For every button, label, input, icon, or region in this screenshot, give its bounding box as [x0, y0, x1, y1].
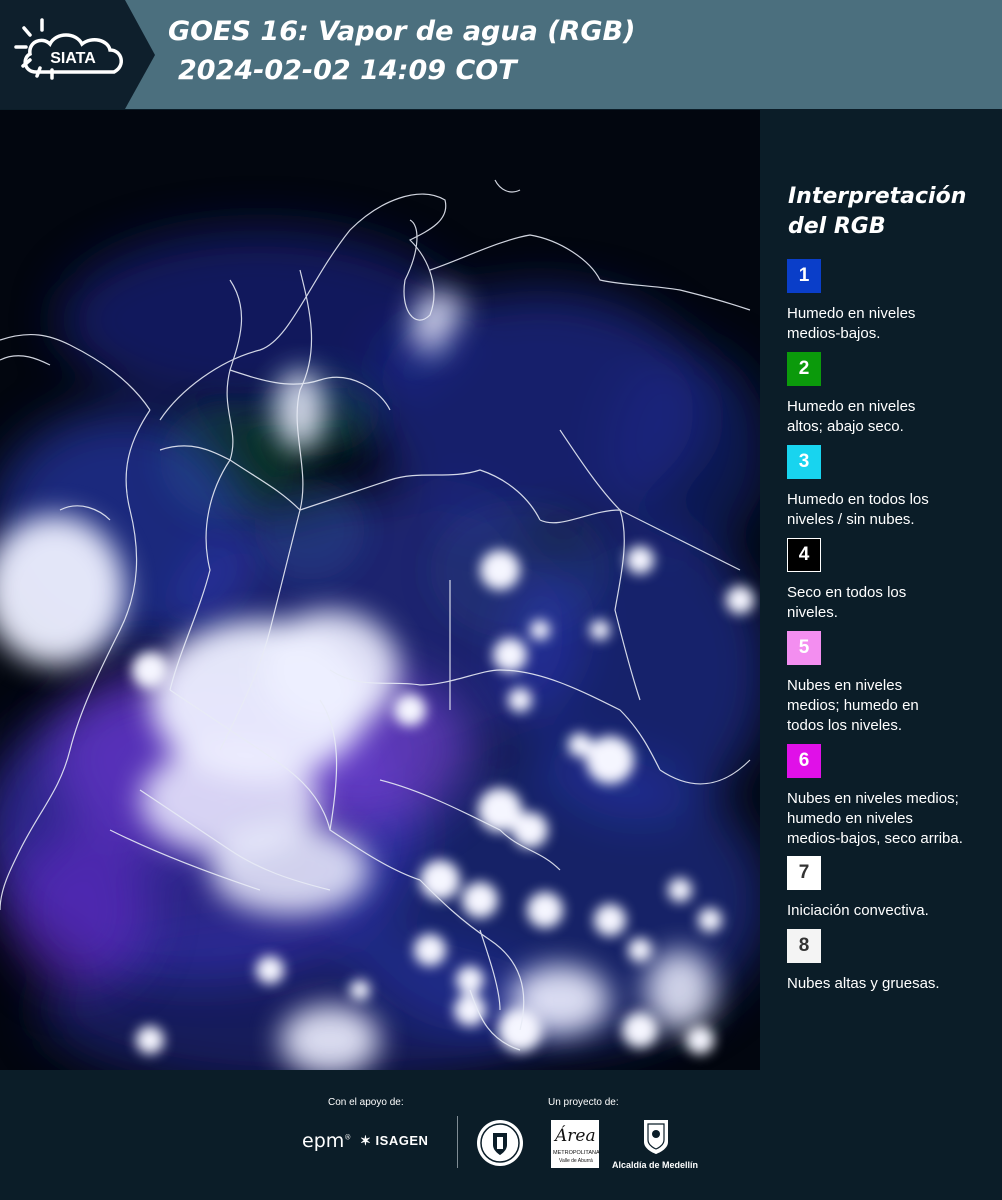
isagen-icon: ✶ — [360, 1133, 372, 1148]
area-metropolitana-logo: Área METROPOLITANA Valle de Aburrá — [551, 1120, 600, 1168]
footer: Con el apoyo de: Un proyecto de: epm® ✶ … — [0, 1070, 1002, 1200]
legend-item-4: 4 Seco en todos los niveles. — [787, 538, 997, 623]
legend-desc-2: Humedo en niveles altos; abajo seco. — [787, 398, 916, 435]
legend-swatch-1: 1 — [787, 259, 821, 293]
page-timestamp: 2024-02-02 14:09 COT — [178, 55, 517, 86]
header-bar: SIATA GOES 16: Vapor de agua (RGB) 2024-… — [0, 0, 1002, 109]
legend-desc-4: Seco en todos los niveles. — [787, 584, 907, 621]
satellite-map[interactable] — [0, 110, 760, 1070]
siata-logo: SIATA — [0, 0, 155, 109]
legend-desc-6: Nubes en niveles medios; humedo en nivele… — [787, 790, 963, 847]
page-title: GOES 16: Vapor de agua (RGB) — [168, 16, 636, 47]
legend-swatch-6: 6 — [787, 744, 821, 778]
legend-swatch-4: 4 — [787, 538, 821, 572]
support-label: Con el apoyo de: — [328, 1097, 404, 1108]
legend-swatch-5: 5 — [787, 631, 821, 665]
legend-desc-5: Nubes en niveles medios; humedo en todos l… — [787, 677, 919, 734]
legend-swatch-8: 8 — [787, 929, 821, 963]
medellin-seal-icon — [477, 1120, 523, 1166]
project-label: Un proyecto de: — [548, 1097, 619, 1108]
legend-item-5: 5 Nubes en niveles medios; humedo en todos… — [787, 631, 997, 736]
medellin-shield-icon — [644, 1120, 668, 1154]
legend-item-7: 7 Iniciación convectiva. — [787, 856, 997, 921]
legend-item-3: 3 Humedo en todos los niveles / sin nubes… — [787, 445, 997, 530]
footer-divider — [457, 1116, 458, 1168]
legend-swatch-7: 7 — [787, 856, 821, 890]
legend-title: Interpretación del RGB — [788, 184, 967, 239]
medellin-text: Alcaldía de Medellín — [612, 1160, 699, 1170]
isagen-logo: ✶ ISAGEN — [360, 1133, 429, 1148]
legend-desc-1: Humedo en niveles medios-bajos. — [787, 305, 916, 342]
epm-logo: epm® — [302, 1130, 352, 1152]
legend-desc-3: Humedo en todos los niveles / sin nubes. — [787, 491, 929, 528]
legend-desc-7: Iniciación convectiva. — [787, 902, 929, 919]
legend-panel: Interpretación del RGB 1 Humedo en nivel… — [760, 110, 1002, 1070]
legend-item-8: 8 Nubes altas y gruesas. — [787, 929, 997, 994]
legend-desc-8: Nubes altas y gruesas. — [787, 975, 940, 992]
legend-item-6: 6 Nubes en niveles medios; humedo en nive… — [787, 744, 997, 849]
legend-item-2: 2 Humedo en niveles altos; abajo seco. — [787, 352, 997, 437]
svg-text:SIATA: SIATA — [50, 50, 96, 67]
legend-swatch-3: 3 — [787, 445, 821, 479]
legend-swatch-2: 2 — [787, 352, 821, 386]
legend-item-1: 1 Humedo en niveles medios-bajos. — [787, 259, 997, 344]
